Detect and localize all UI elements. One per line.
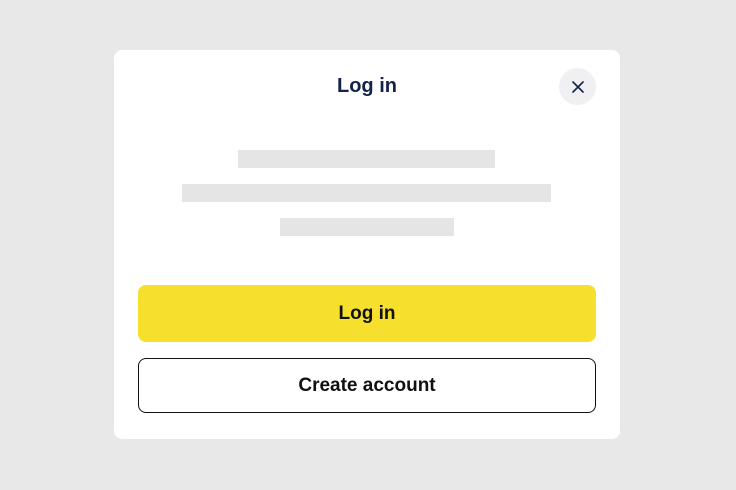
skeleton-text-line [280, 218, 454, 236]
close-icon [571, 80, 584, 93]
dialog-title: Log in [337, 75, 397, 97]
login-dialog: Log in Log in Create account [114, 50, 620, 439]
close-button[interactable] [559, 68, 596, 105]
login-button-label: Log in [338, 302, 396, 324]
create-account-button-label: Create account [298, 374, 436, 396]
skeleton-text-line [182, 184, 551, 202]
create-account-button[interactable]: Create account [138, 358, 596, 413]
login-button[interactable]: Log in [138, 285, 596, 342]
skeleton-text-line [238, 150, 495, 168]
